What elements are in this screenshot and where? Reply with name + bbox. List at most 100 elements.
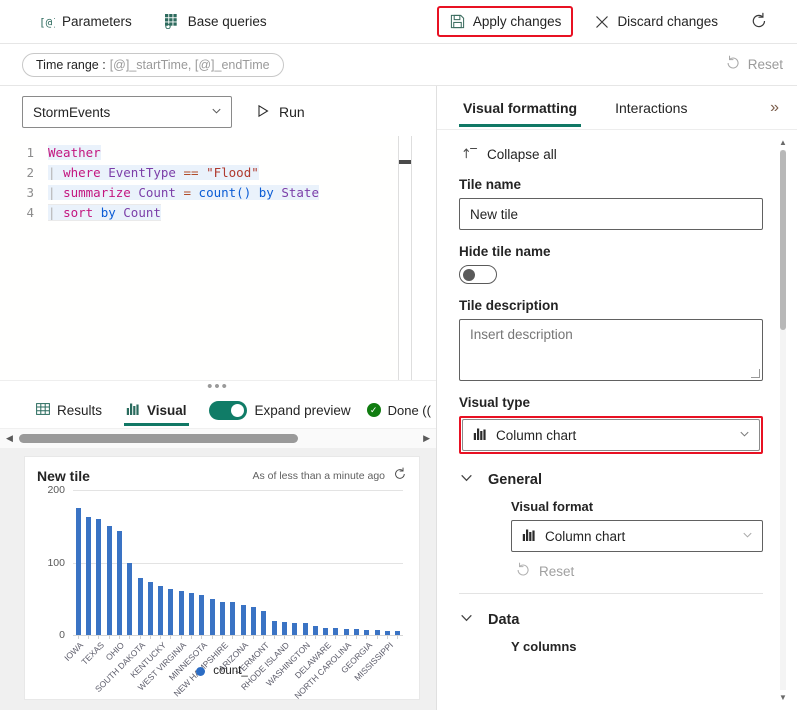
- general-section-label: General: [488, 471, 542, 488]
- tile-name-input[interactable]: New tile: [459, 198, 763, 230]
- x-tick-slot: [290, 635, 300, 639]
- panel-scroll-thumb[interactable]: [780, 150, 786, 330]
- discard-changes-label: Discard changes: [617, 14, 718, 29]
- tile-description-field: Tile description Insert description: [459, 298, 763, 381]
- panel-tabs: Visual formatting Interactions »: [437, 86, 797, 130]
- double-chevron-right-icon[interactable]: »: [770, 99, 779, 117]
- chart-bar[interactable]: [168, 588, 174, 635]
- chart-bar[interactable]: [271, 620, 277, 635]
- x-tick: [273, 635, 275, 639]
- chart-bar[interactable]: [147, 582, 153, 635]
- panel-scrollbar[interactable]: ▲ ▼: [777, 138, 789, 702]
- table-select[interactable]: StormEvents: [22, 96, 232, 128]
- undo-icon: [515, 562, 531, 581]
- svg-text:[@]: [@]: [39, 16, 55, 29]
- visual-type-label: Visual type: [459, 395, 531, 410]
- chart-bar[interactable]: [85, 516, 91, 635]
- time-range-reset-label: Reset: [747, 57, 783, 72]
- run-button[interactable]: Run: [250, 100, 311, 125]
- query-editor[interactable]: 1 Weather 2 | where EventType == "Flood" 3 | …: [0, 136, 436, 380]
- section-divider: [459, 593, 763, 594]
- x-tick: [376, 635, 378, 639]
- chart-bar[interactable]: [292, 622, 298, 635]
- editor-minimap[interactable]: [398, 136, 412, 380]
- tab-visual[interactable]: Visual: [114, 394, 199, 426]
- chart-bar[interactable]: [158, 585, 164, 635]
- results-tabs: Results Visual Expand preview ✓ Done ((: [0, 392, 436, 428]
- tile-description-label: Tile description: [459, 298, 559, 313]
- chart-bar[interactable]: [240, 604, 246, 635]
- x-tick-slot: [259, 635, 269, 639]
- chart-bar[interactable]: [302, 623, 308, 635]
- chart-bar[interactable]: [209, 598, 215, 635]
- code-line[interactable]: 2 | where EventType == "Flood": [0, 162, 436, 182]
- tile-refresh-icon[interactable]: [393, 467, 407, 484]
- chart-bar[interactable]: [261, 611, 267, 635]
- chart-bar[interactable]: [75, 508, 81, 635]
- chart-bar[interactable]: [312, 625, 318, 635]
- visual-type-dropdown[interactable]: Column chart: [462, 419, 760, 451]
- bar-slot: [290, 490, 300, 635]
- visual-format-reset-button[interactable]: Reset: [515, 562, 763, 581]
- bar-slot: [393, 490, 403, 635]
- x-tick-slot: [125, 635, 135, 639]
- scroll-down-icon[interactable]: ▼: [777, 693, 789, 702]
- chart-bar[interactable]: [127, 563, 133, 635]
- tab-visual-formatting[interactable]: Visual formatting: [459, 88, 582, 127]
- data-section-body: Y columns: [459, 639, 763, 654]
- tile-description-input[interactable]: Insert description: [459, 319, 763, 381]
- x-tick-slot: [248, 635, 258, 639]
- code-line[interactable]: 1 Weather: [0, 142, 436, 162]
- refresh-button[interactable]: [738, 5, 781, 38]
- discard-changes-button[interactable]: Discard changes: [581, 6, 730, 37]
- code-text: | summarize Count = count() by State: [48, 184, 319, 200]
- chart-bar[interactable]: [96, 519, 102, 635]
- chart-bar[interactable]: [220, 601, 226, 635]
- expand-preview-toggle[interactable]: [208, 400, 247, 420]
- parameters-button[interactable]: [@] Parameters: [26, 6, 144, 37]
- chart-bar[interactable]: [230, 602, 236, 635]
- x-tick: [222, 635, 224, 639]
- chart-icon: [473, 427, 487, 444]
- code-line[interactable]: 3 | summarize Count = count() by State: [0, 182, 436, 202]
- chart-bar[interactable]: [137, 578, 143, 635]
- visual-format-dropdown[interactable]: Column chart: [511, 520, 763, 552]
- chart-bar[interactable]: [250, 607, 256, 635]
- tile-header: New tile As of less than a minute ago: [37, 467, 407, 484]
- chart-bar[interactable]: [106, 526, 112, 635]
- x-tick-slot: [197, 635, 207, 639]
- hscroll-thumb[interactable]: [18, 434, 298, 443]
- apply-changes-button[interactable]: Apply changes: [436, 6, 574, 37]
- base-queries-button[interactable]: Base queries: [152, 6, 279, 37]
- legend-label: count_: [213, 665, 248, 677]
- data-section-header[interactable]: Data: [459, 610, 763, 629]
- scroll-left-icon[interactable]: ◀: [6, 433, 13, 444]
- results-horizontal-scrollbar[interactable]: ◀ ▶: [0, 428, 436, 448]
- x-tick-slot: [186, 635, 196, 639]
- tab-results[interactable]: Results: [24, 394, 114, 426]
- x-tick: [201, 635, 203, 639]
- check-circle-icon: ✓: [366, 403, 381, 417]
- bar-slot: [351, 490, 361, 635]
- x-tick-slot: [217, 635, 227, 639]
- chart-icon: [126, 402, 140, 419]
- chart-bar[interactable]: [323, 627, 329, 635]
- tab-interactions[interactable]: Interactions: [611, 88, 691, 127]
- horizontal-splitter[interactable]: •••: [0, 379, 436, 394]
- chart-bar[interactable]: [116, 530, 122, 635]
- hide-tile-name-toggle[interactable]: [459, 265, 497, 284]
- x-tick-slot: [166, 635, 176, 639]
- time-range-pill[interactable]: Time range : [@]_startTime, [@]_endTime: [22, 52, 284, 77]
- chart-bar[interactable]: [199, 595, 205, 635]
- scroll-right-icon[interactable]: ▶: [423, 433, 430, 444]
- general-section-header[interactable]: General: [459, 470, 763, 489]
- collapse-all-button[interactable]: Collapse all: [463, 146, 763, 163]
- chart-bar[interactable]: [281, 621, 287, 635]
- scroll-up-icon[interactable]: ▲: [777, 138, 789, 147]
- hscroll-track[interactable]: [13, 429, 423, 449]
- chart-bar[interactable]: [178, 590, 184, 635]
- code-line[interactable]: 4 | sort by Count: [0, 202, 436, 222]
- time-range-reset-button[interactable]: Reset: [725, 55, 783, 74]
- chart-bars: [73, 490, 403, 635]
- chart-bar[interactable]: [189, 592, 195, 635]
